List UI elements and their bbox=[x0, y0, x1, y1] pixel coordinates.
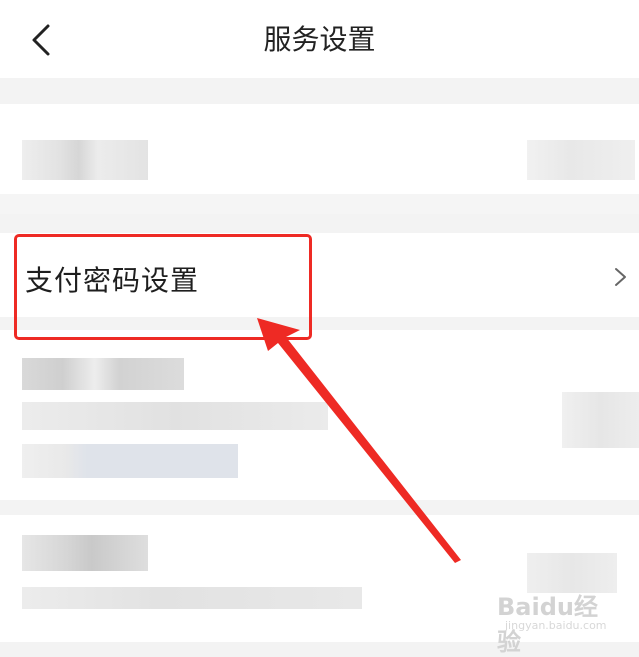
watermark: Baidu经验 jingyan.baidu.com bbox=[497, 585, 607, 656]
blurred-text bbox=[22, 402, 328, 430]
header-bar: 服务设置 bbox=[0, 0, 639, 78]
pay-password-settings-label: 支付密码设置 bbox=[25, 264, 200, 297]
blurred-text bbox=[22, 140, 148, 180]
watermark-url: jingyan.baidu.com bbox=[505, 619, 607, 632]
blurred-settings-group-2 bbox=[0, 330, 639, 500]
blurred-settings-group-1 bbox=[0, 104, 639, 214]
blurred-text bbox=[527, 140, 635, 180]
blurred-text bbox=[562, 392, 639, 448]
divider bbox=[0, 194, 639, 214]
blurred-text bbox=[22, 444, 238, 478]
page-title: 服务设置 bbox=[263, 23, 376, 56]
blurred-text bbox=[22, 535, 148, 571]
chevron-right-icon bbox=[615, 268, 626, 286]
blurred-text bbox=[22, 358, 184, 390]
blurred-text bbox=[22, 587, 362, 609]
pay-password-settings-row[interactable]: 支付密码设置 bbox=[0, 233, 639, 317]
